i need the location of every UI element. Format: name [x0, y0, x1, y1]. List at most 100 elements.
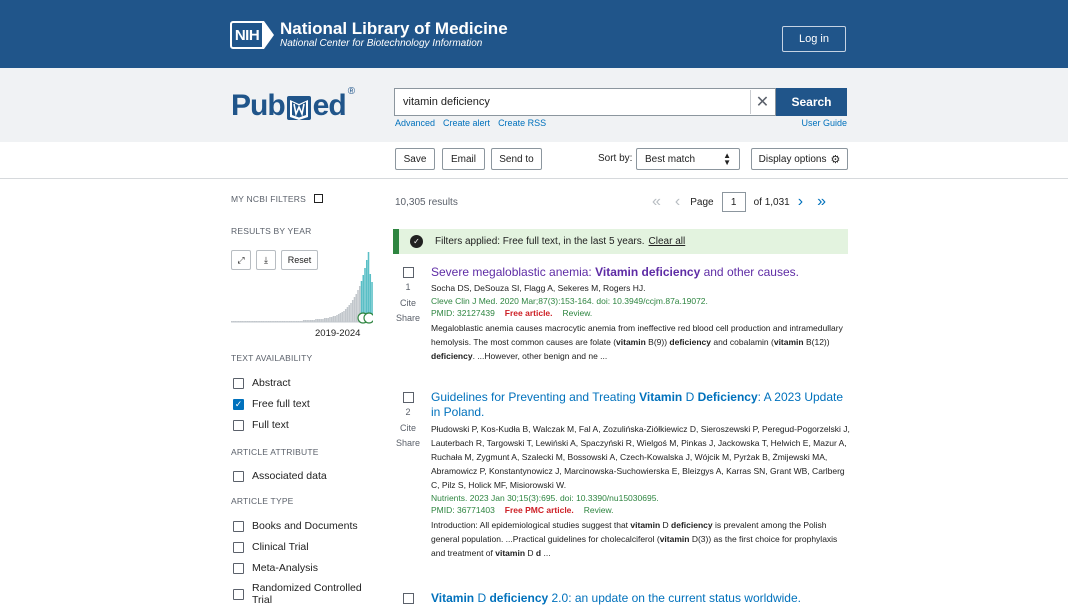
- pubmed-logo[interactable]: Pub ed ®: [231, 86, 355, 122]
- clear-search-icon[interactable]: ✕: [750, 90, 774, 114]
- last-page-icon[interactable]: »: [817, 193, 826, 211]
- year-range-label: 2019-2024: [315, 328, 361, 339]
- org-subtitle: National Center for Biotechnology Inform…: [280, 38, 483, 49]
- review-badge: Review.: [562, 308, 593, 318]
- result-authors: Płudowski P, Kos-Kudła B, Walczak M, Fal…: [431, 424, 850, 490]
- range-handle-right[interactable]: [363, 312, 373, 324]
- article-type-heading: ARTICLE TYPE: [231, 496, 294, 506]
- filter-rct[interactable]: Randomized Controlled Trial: [233, 582, 373, 606]
- result-title[interactable]: Severe megaloblastic anemia: Vitamin def…: [431, 265, 851, 280]
- filters-applied-text: Filters applied: Free full text, in the …: [435, 236, 645, 247]
- result-3: Vitamin D deficiency 2.0: an update on t…: [431, 591, 851, 606]
- result-checkbox[interactable]: [402, 392, 414, 403]
- histogram-bar: [336, 315, 338, 322]
- filter-free-full-text[interactable]: ✓ Free full text: [233, 398, 310, 410]
- histogram-bar: [355, 294, 358, 322]
- histogram-bar: [332, 316, 335, 322]
- text-availability-heading: TEXT AVAILABILITY: [231, 353, 313, 363]
- filter-label: Meta-Analysis: [252, 562, 318, 574]
- filter-clinical-trial[interactable]: Clinical Trial: [233, 541, 309, 553]
- share-button[interactable]: Share: [394, 313, 422, 323]
- checkbox[interactable]: [233, 377, 244, 389]
- cite-button[interactable]: Cite: [394, 423, 422, 433]
- save-button[interactable]: Save: [395, 148, 435, 170]
- histogram-bar: [343, 311, 345, 322]
- org-name: National Library of Medicine: [280, 19, 508, 38]
- page-input[interactable]: 1: [721, 192, 746, 212]
- send-to-button[interactable]: Send to: [491, 148, 542, 170]
- search-input[interactable]: vitamin deficiency: [394, 88, 776, 116]
- review-badge: Review.: [583, 505, 614, 515]
- article-attribute-heading: ARTICLE ATTRIBUTE: [231, 447, 319, 457]
- checkbox[interactable]: [233, 588, 244, 600]
- create-rss-link[interactable]: Create RSS: [498, 118, 546, 128]
- my-ncbi-filters-link[interactable]: MY NCBI FILTERS: [231, 194, 323, 204]
- result-title[interactable]: Guidelines for Preventing and Treating V…: [431, 390, 851, 420]
- filter-label: Associated data: [252, 470, 327, 482]
- title-highlight: Vitamin deficiency: [595, 265, 701, 279]
- results-by-year-histogram[interactable]: [231, 248, 373, 328]
- filters-applied-banner: ✓ Filters applied: Free full text, in th…: [393, 229, 848, 254]
- histogram-bar: [327, 318, 329, 322]
- histogram-bar: [330, 317, 333, 322]
- histogram-bar: [346, 307, 349, 322]
- prev-page-icon[interactable]: ‹: [675, 193, 680, 211]
- histogram-bar: [341, 312, 343, 322]
- share-button[interactable]: Share: [394, 438, 422, 448]
- title-text: and other causes.: [700, 265, 799, 279]
- nih-logo[interactable]: NIH National Library of Medicine Nationa…: [230, 20, 508, 50]
- sort-select[interactable]: Best match ▲ ▼: [636, 148, 740, 170]
- gear-icon: ⚙: [830, 153, 841, 166]
- pagination: « ‹ Page 1 of 1,031 › »: [652, 192, 826, 212]
- histogram-bar: [329, 317, 331, 322]
- histogram-bar: [339, 313, 342, 322]
- title-highlight: deficiency: [489, 591, 549, 605]
- result-checkbox[interactable]: [402, 593, 414, 604]
- check-circle-icon: ✓: [410, 235, 423, 248]
- title-text: 2.0: an update on the current status wor…: [548, 591, 802, 605]
- results-by-year-heading: RESULTS BY YEAR: [231, 226, 312, 236]
- clear-all-link[interactable]: Clear all: [649, 236, 686, 247]
- result-title[interactable]: Vitamin D deficiency 2.0: an update on t…: [431, 591, 851, 606]
- filter-books-documents[interactable]: Books and Documents: [233, 520, 358, 532]
- checkbox[interactable]: [233, 470, 244, 482]
- search-button[interactable]: Search: [776, 88, 847, 116]
- result-number: 1: [405, 282, 411, 292]
- display-options-button[interactable]: Display options ⚙: [751, 148, 848, 170]
- next-page-icon[interactable]: ›: [798, 193, 803, 211]
- result-authors: Socha DS, DeSouza SI, Flagg A, Sekeres M…: [431, 283, 646, 293]
- sort-updown-icon: ▲ ▼: [723, 151, 731, 167]
- checkbox-checked[interactable]: ✓: [233, 398, 244, 410]
- search-header: Pub ed ® vitamin deficiency ✕ Search Adv…: [0, 68, 1068, 143]
- checkbox[interactable]: [233, 541, 244, 553]
- checkbox[interactable]: [233, 419, 244, 431]
- title-text: D: [682, 390, 698, 404]
- filter-full-text[interactable]: Full text: [233, 419, 289, 431]
- filter-label: Free full text: [252, 398, 310, 410]
- checkbox[interactable]: [233, 520, 244, 532]
- checkbox[interactable]: [233, 562, 244, 574]
- title-highlight: Vitamin: [639, 390, 683, 404]
- pubmed-book-icon: [286, 96, 311, 120]
- login-button[interactable]: Log in: [782, 26, 846, 52]
- search-links: Advanced Create alert Create RSS: [395, 118, 546, 128]
- display-options-label: Display options: [758, 153, 827, 165]
- page-label: Page: [690, 196, 714, 208]
- cite-button[interactable]: Cite: [394, 298, 422, 308]
- user-guide-link[interactable]: User Guide: [801, 118, 847, 128]
- create-alert-link[interactable]: Create alert: [443, 118, 490, 128]
- result-1: Severe megaloblastic anemia: Vitamin def…: [431, 265, 851, 363]
- result-checkbox[interactable]: [402, 267, 414, 278]
- email-button[interactable]: Email: [442, 148, 485, 170]
- logo-text-right: ed: [312, 89, 347, 122]
- filter-meta-analysis[interactable]: Meta-Analysis: [233, 562, 318, 574]
- nih-banner: NIH National Library of Medicine Nationa…: [0, 0, 1068, 68]
- advanced-link[interactable]: Advanced: [395, 118, 435, 128]
- filter-associated-data[interactable]: Associated data: [233, 470, 327, 482]
- filter-abstract[interactable]: Abstract: [233, 377, 291, 389]
- histogram-bar: [344, 309, 347, 322]
- result-3-side: [394, 593, 422, 604]
- first-page-icon[interactable]: «: [652, 193, 661, 211]
- filter-label: Clinical Trial: [252, 541, 309, 553]
- result-2-side: 2 Cite Share: [394, 392, 422, 448]
